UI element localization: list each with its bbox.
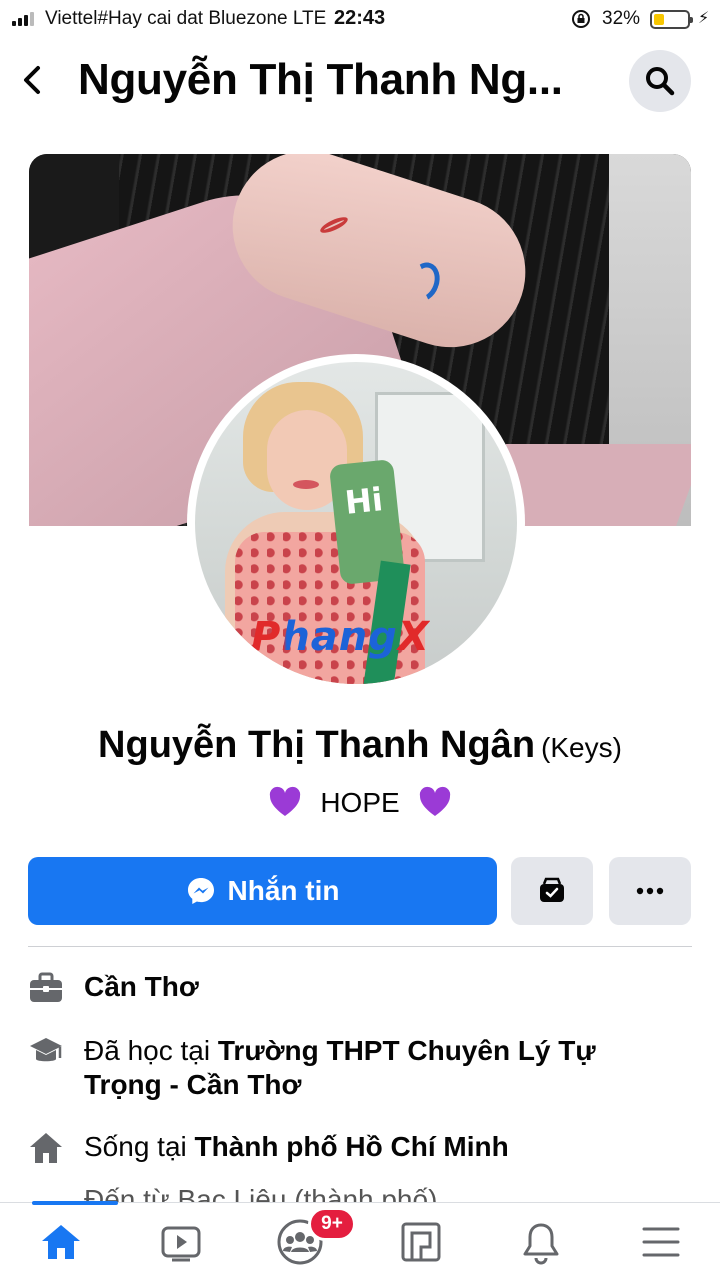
tab-notifications[interactable] [480, 1203, 600, 1280]
back-button[interactable] [14, 60, 50, 100]
more-dots-icon [636, 887, 664, 895]
bell-icon [523, 1223, 559, 1265]
detail-work: Cần Thơ [84, 970, 644, 1004]
messenger-icon [187, 878, 214, 904]
status-bar: Viettel#Hay cai dat Bluezone LTE 22:43 3… [0, 0, 720, 38]
wallet-icon [540, 877, 564, 902]
message-button-label: Nhắn tin [227, 875, 340, 906]
detail-education: Đã học tại Trường THPT Chuyên Lý Tự Trọn… [84, 1035, 596, 1100]
more-button[interactable] [609, 857, 691, 925]
battery-percent: 32% [602, 8, 641, 29]
purple-heart-icon [419, 786, 450, 816]
profile-alt-name: (Keys) [541, 732, 622, 763]
purple-heart-icon [270, 786, 301, 816]
profile-avatar[interactable]: Hi PhangX [187, 354, 525, 692]
watermark-text: PhangX [251, 614, 430, 660]
watch-icon [161, 1226, 201, 1262]
home-icon [42, 1225, 80, 1259]
chevron-left-icon [24, 66, 40, 94]
detail-lives-in: Sống tại Thành phố Hồ Chí Minh [84, 1131, 509, 1162]
detail-from-partial: Đến từ Bạc Liêu (thành phố) [84, 1186, 438, 1202]
battery-icon [650, 10, 693, 29]
bio-text: HOPE [320, 787, 400, 818]
home-icon [30, 1133, 62, 1163]
groups-badge: 9+ [308, 1207, 356, 1241]
pages-icon [401, 1222, 441, 1262]
wallet-button[interactable] [511, 857, 593, 925]
tab-menu[interactable] [600, 1203, 720, 1280]
detail-city[interactable]: Thành phố Hồ Chí Minh [195, 1131, 509, 1162]
message-button[interactable]: Nhắn tin [28, 857, 497, 925]
charging-icon: ⚡ [698, 10, 710, 27]
search-icon [646, 67, 675, 96]
signal-icon [12, 12, 34, 26]
graduation-cap-icon [30, 1038, 62, 1062]
profile-name: Nguyễn Thị Thanh Ngân (Keys) [0, 724, 720, 767]
bottom-tab-bar [0, 1201, 720, 1280]
active-tab-indicator [32, 1201, 118, 1205]
rotation-lock-icon [572, 10, 590, 28]
page-title: Nguyễn Thị Thanh Ng... [78, 55, 563, 104]
status-time: 22:43 [334, 7, 386, 29]
search-button[interactable] [629, 50, 691, 112]
divider [28, 946, 692, 947]
tab-home[interactable] [0, 1201, 120, 1280]
profile-bio: HOPE [0, 786, 720, 820]
menu-icon [642, 1227, 680, 1257]
briefcase-icon [30, 972, 62, 1002]
tab-watch[interactable] [120, 1203, 240, 1280]
carrier-label: Viettel#Hay cai dat Bluezone LTE [45, 8, 327, 29]
detail-work-place[interactable]: Cần Thơ [84, 971, 199, 1002]
tab-pages[interactable] [360, 1203, 480, 1280]
profile-name-main: Nguyễn Thị Thanh Ngân [98, 724, 536, 766]
